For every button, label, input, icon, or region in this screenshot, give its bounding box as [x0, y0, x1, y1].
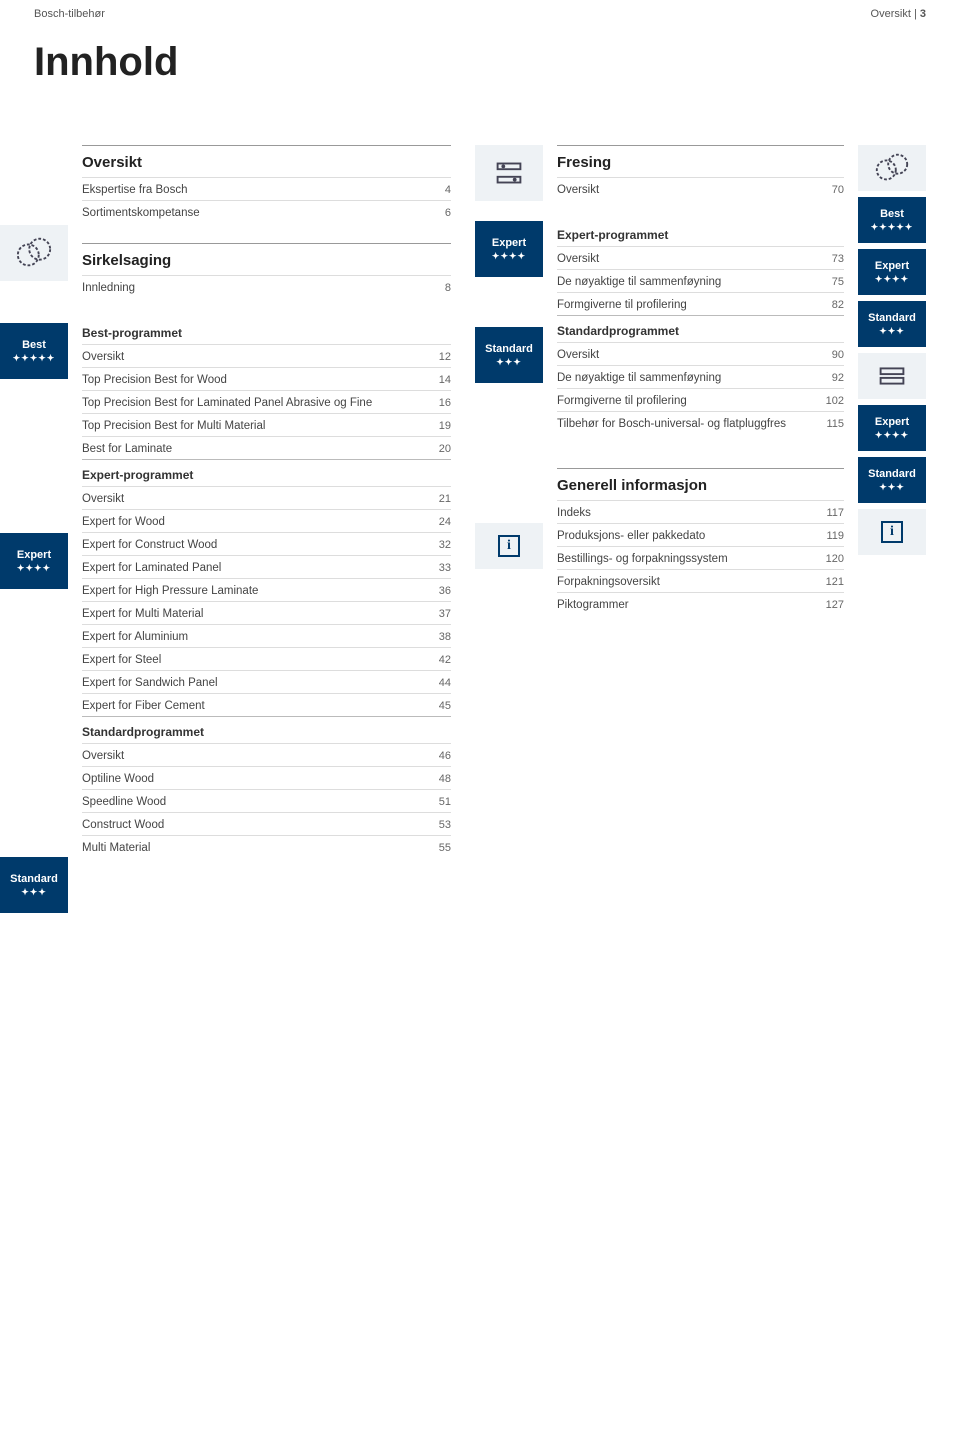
toc-row[interactable]: De nøyaktige til sammenføyning92: [557, 365, 844, 388]
toc-row[interactable]: Oversikt12: [82, 344, 451, 367]
toc-row[interactable]: Oversikt90: [557, 342, 844, 365]
toc-row[interactable]: Expert for Aluminium38: [82, 624, 451, 647]
expert-heading: Expert-programmet: [82, 459, 451, 486]
info-icon: i: [858, 509, 926, 555]
expert-badge: Expert ✦✦✦✦: [0, 533, 68, 589]
standard-heading: Standardprogrammet: [557, 315, 844, 342]
toc-row[interactable]: Indeks117: [557, 500, 844, 523]
best-badge: Best ✦✦✦✦✦: [0, 323, 68, 379]
toc-row[interactable]: Oversikt73: [557, 246, 844, 269]
page-title: Innhold: [0, 20, 960, 145]
toc-row[interactable]: Ekspertise fra Bosch4: [82, 177, 451, 200]
standard-badge: Standard✦✦✦: [858, 457, 926, 503]
toc-row[interactable]: Speedline Wood51: [82, 789, 451, 812]
expert-badge: Expert✦✦✦✦: [858, 405, 926, 451]
toc-row[interactable]: Expert for Sandwich Panel44: [82, 670, 451, 693]
toc-row[interactable]: Expert for High Pressure Laminate36: [82, 578, 451, 601]
toc-row[interactable]: Forpakningsoversikt121: [557, 569, 844, 592]
router-icon: [475, 145, 543, 201]
expert-badge: Expert ✦✦✦✦: [475, 221, 543, 277]
toc-row[interactable]: Bestillings- og forpakningssystem120: [557, 546, 844, 569]
toc-row[interactable]: Produksjons- eller pakkedato119: [557, 523, 844, 546]
side-rail: Best✦✦✦✦✦ Expert✦✦✦✦ Standard✦✦✦ Expert✦…: [858, 145, 926, 913]
expert-badge: Expert✦✦✦✦: [858, 249, 926, 295]
toc-row[interactable]: Construct Wood53: [82, 812, 451, 835]
saw-blade-icon: [0, 225, 68, 281]
toc-row[interactable]: Top Precision Best for Multi Material19: [82, 413, 451, 436]
fresing-heading: Fresing: [557, 145, 844, 177]
best-badge: Best✦✦✦✦✦: [858, 197, 926, 243]
info-icon: i: [475, 523, 543, 569]
breadcrumb-left: Bosch-tilbehør: [34, 8, 105, 20]
toc-row[interactable]: Formgiverne til profilering82: [557, 292, 844, 315]
toc-row[interactable]: Multi Material55: [82, 835, 451, 858]
standard-heading: Standardprogrammet: [82, 716, 451, 743]
toc-row[interactable]: Tilbehør for Bosch-universal- og flatplu…: [557, 411, 844, 434]
toc-row[interactable]: Formgiverne til profilering102: [557, 388, 844, 411]
toc-row[interactable]: Expert for Multi Material37: [82, 601, 451, 624]
page-header: Bosch-tilbehør Oversikt | 3: [0, 0, 960, 20]
toc-row[interactable]: Expert for Wood24: [82, 509, 451, 532]
toc-row[interactable]: Top Precision Best for Wood14: [82, 367, 451, 390]
breadcrumb-right: Oversikt | 3: [871, 8, 926, 20]
expert-heading: Expert-programmet: [557, 220, 844, 246]
toc-row[interactable]: Expert for Steel42: [82, 647, 451, 670]
toc-row[interactable]: Top Precision Best for Laminated Panel A…: [82, 390, 451, 413]
standard-badge: Standard✦✦✦: [858, 301, 926, 347]
standard-badge: Standard ✦✦✦: [475, 327, 543, 383]
toc-row[interactable]: Expert for Construct Wood32: [82, 532, 451, 555]
toc-row[interactable]: Oversikt21: [82, 486, 451, 509]
toc-row[interactable]: Oversikt46: [82, 743, 451, 766]
toc-row[interactable]: Sortimentskompetanse6: [82, 200, 451, 223]
router-icon: [858, 353, 926, 399]
toc-row[interactable]: Best for Laminate20: [82, 436, 451, 459]
intro-heading: Oversikt: [82, 145, 451, 177]
sirkelsaging-heading: Sirkelsaging: [82, 243, 451, 275]
toc-row[interactable]: Piktogrammer127: [557, 592, 844, 615]
toc-row[interactable]: Innledning8: [82, 275, 451, 298]
info-heading: Generell informasjon: [557, 468, 844, 500]
toc-row[interactable]: Expert for Laminated Panel33: [82, 555, 451, 578]
toc-row[interactable]: De nøyaktige til sammenføyning75: [557, 269, 844, 292]
toc-row[interactable]: Optiline Wood48: [82, 766, 451, 789]
saw-blade-icon: [858, 145, 926, 191]
toc-row[interactable]: Oversikt70: [557, 177, 844, 200]
toc-row[interactable]: Expert for Fiber Cement45: [82, 693, 451, 716]
standard-badge: Standard ✦✦✦: [0, 857, 68, 913]
best-heading: Best-programmet: [82, 318, 451, 344]
